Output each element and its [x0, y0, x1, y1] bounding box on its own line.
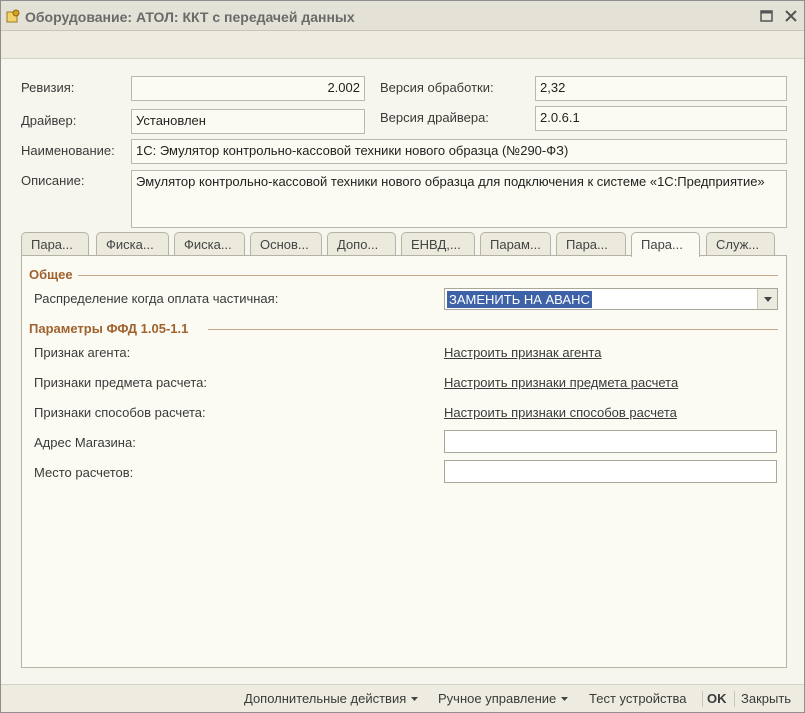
driver-label: Драйвер:: [21, 113, 77, 128]
chevron-down-icon: [560, 697, 568, 701]
tab-5[interactable]: Допо...: [327, 232, 396, 256]
ok-button[interactable]: OK: [707, 691, 727, 706]
equipment-window: Оборудование: АТОЛ: ККТ с передачей данн…: [0, 0, 805, 713]
tab-panel: Общее Распределение когда оплата частичн…: [21, 255, 787, 668]
tab-6[interactable]: ЕНВД,...: [401, 232, 475, 256]
dropdown-button[interactable]: [757, 289, 777, 309]
description-label: Описание:: [21, 173, 85, 188]
tab-9-active[interactable]: Пара...: [631, 232, 700, 257]
ffd-section-title: Параметры ФФД 1.05-1.1: [29, 321, 189, 336]
description-field[interactable]: Эмулятор контрольно-кассовой техники нов…: [131, 170, 787, 228]
tab-3[interactable]: Фиска...: [174, 232, 245, 256]
tab-2[interactable]: Фиска...: [96, 232, 169, 256]
distribution-select-value: ЗАМЕНИТЬ НА АВАНС: [447, 291, 592, 308]
maximize-icon[interactable]: [758, 7, 776, 25]
tab-4[interactable]: Основ...: [250, 232, 322, 256]
revision-label: Ревизия:: [21, 80, 75, 95]
title-bar: Оборудование: АТОЛ: ККТ с передачей данн…: [1, 1, 804, 31]
separator: [734, 691, 735, 707]
shop-address-input[interactable]: [444, 430, 777, 453]
processing-version-label: Версия обработки:: [380, 80, 494, 95]
driver-version-field[interactable]: 2.0.6.1: [535, 106, 787, 131]
chevron-down-icon: [410, 697, 418, 701]
window-title: Оборудование: АТОЛ: ККТ с передачей данн…: [25, 9, 355, 25]
distribution-label: Распределение когда оплата частичная:: [34, 291, 279, 306]
separator: [702, 691, 703, 707]
bottom-command-bar: Дополнительные действия Ручное управлени…: [1, 684, 804, 712]
agent-label: Признак агента:: [34, 345, 131, 360]
place-label: Место расчетов:: [34, 465, 134, 480]
general-section-divider: [78, 275, 778, 276]
chevron-down-icon: [764, 297, 772, 302]
processing-version-field[interactable]: 2,32: [535, 76, 787, 101]
manual-control-button[interactable]: Ручное управление: [438, 691, 569, 706]
tab-8[interactable]: Пара...: [556, 232, 626, 256]
distribution-select[interactable]: ЗАМЕНИТЬ НА АВАНС: [444, 288, 778, 310]
general-section-title: Общее: [29, 267, 73, 282]
test-device-button[interactable]: Тест устройства: [589, 691, 686, 706]
close-button[interactable]: Закрыть: [741, 691, 791, 706]
place-input[interactable]: [444, 460, 777, 483]
more-actions-button[interactable]: Дополнительные действия: [244, 691, 419, 706]
more-actions-label: Дополнительные действия: [244, 691, 407, 706]
method-label: Признаки способов расчета:: [34, 405, 206, 420]
tab-7[interactable]: Парам...: [480, 232, 551, 256]
driver-version-label: Версия драйвера:: [380, 110, 489, 125]
revision-field[interactable]: 2.002: [131, 76, 365, 101]
ffd-section-divider: [208, 329, 778, 330]
close-icon[interactable]: [782, 7, 800, 25]
agent-settings-link[interactable]: Настроить признак агента: [444, 345, 601, 360]
subject-label: Признаки предмета расчета:: [34, 375, 207, 390]
driver-field[interactable]: Установлен: [131, 109, 365, 134]
tab-1[interactable]: Пара...: [21, 232, 89, 256]
subject-settings-link[interactable]: Настроить признаки предмета расчета: [444, 375, 678, 390]
name-label: Наименование:: [21, 143, 115, 158]
manual-control-label: Ручное управление: [438, 691, 557, 706]
tab-10[interactable]: Служ...: [706, 232, 775, 256]
shop-address-label: Адрес Магазина:: [34, 435, 136, 450]
method-settings-link[interactable]: Настроить признаки способов расчета: [444, 405, 677, 420]
app-icon: [6, 9, 20, 23]
name-field[interactable]: 1С: Эмулятор контрольно-кассовой техники…: [131, 139, 787, 164]
toolbar-strip: [1, 31, 804, 59]
